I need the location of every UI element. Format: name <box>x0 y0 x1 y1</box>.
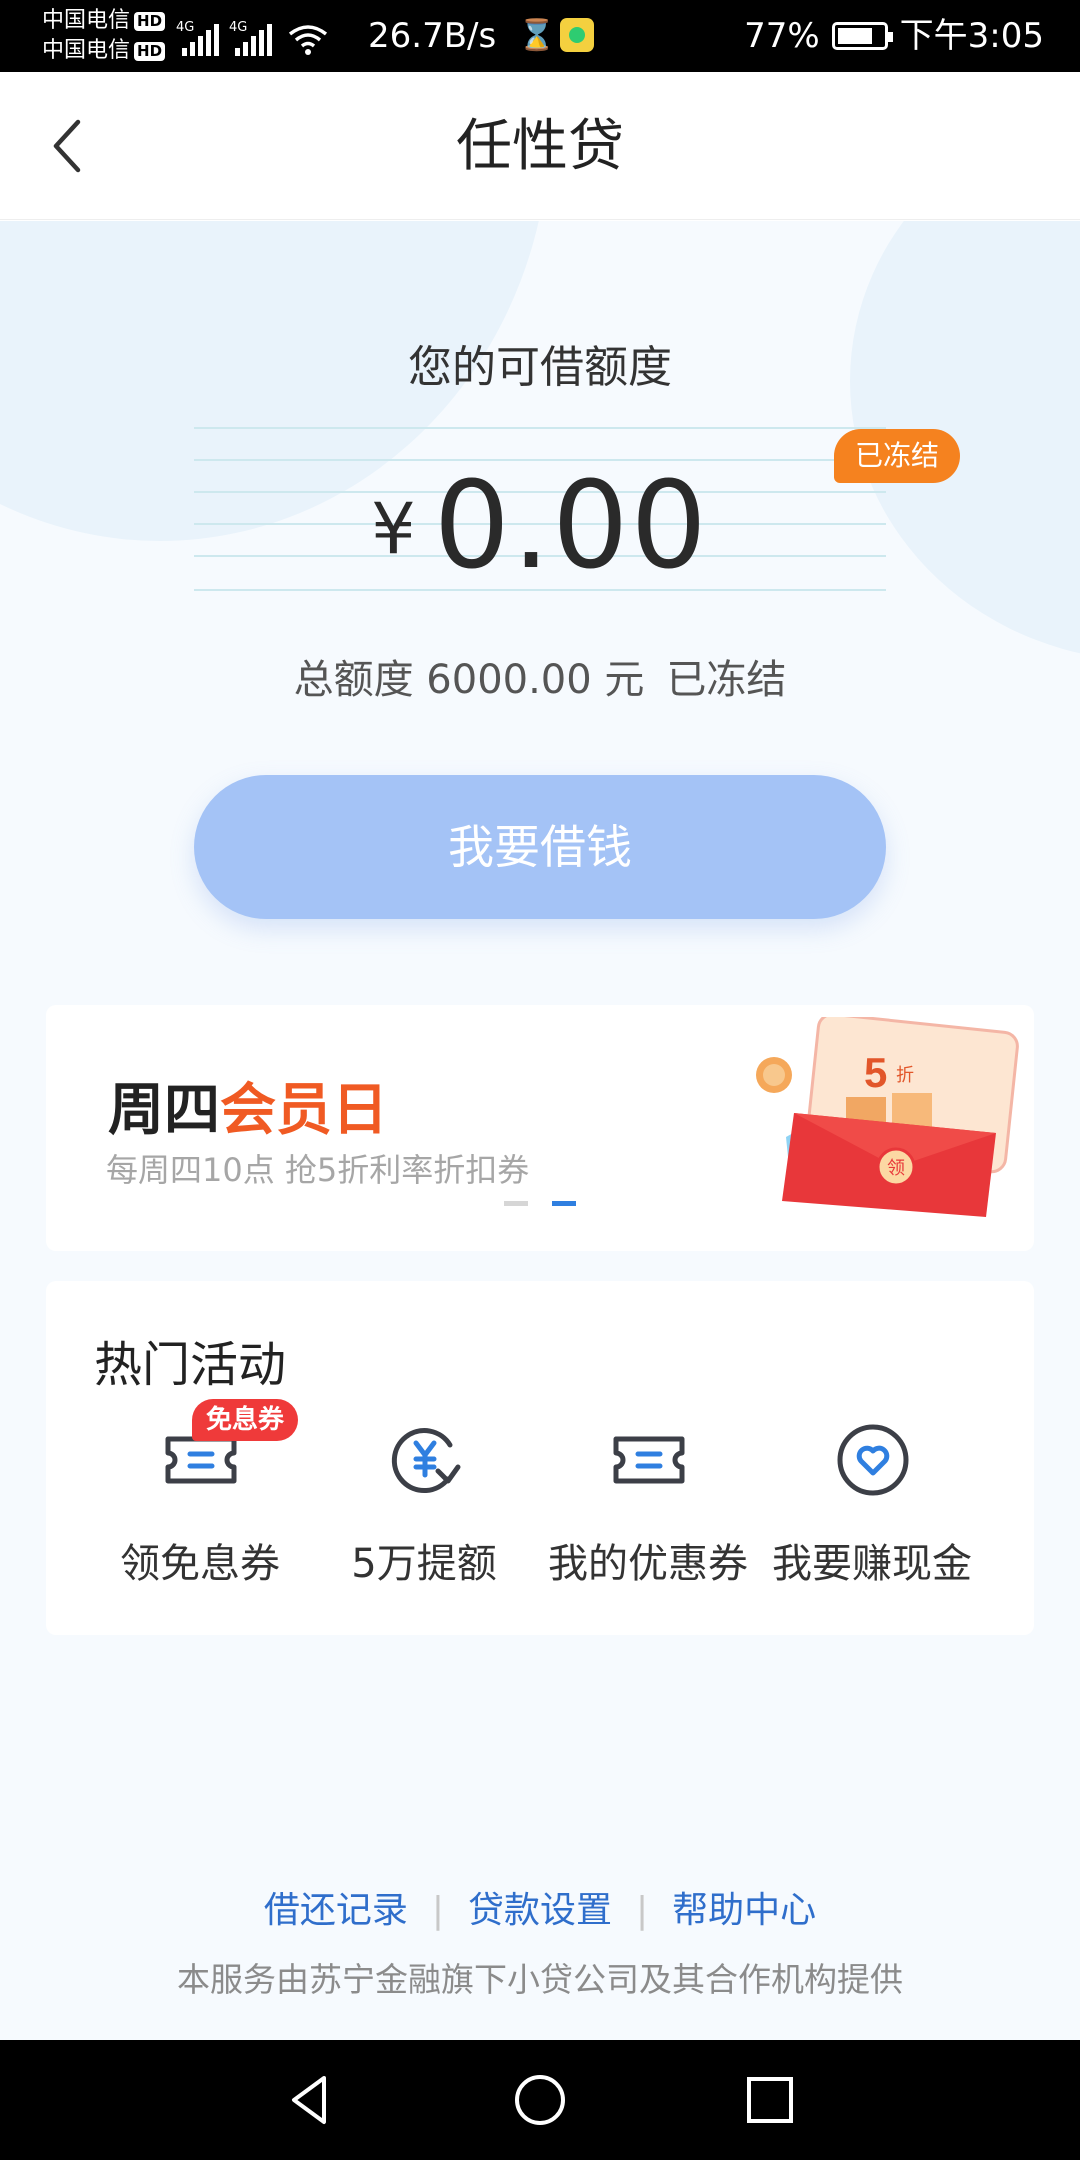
banner-title: 周四会员日 <box>108 1078 388 1143</box>
credit-limit-title: 您的可借额度 <box>408 342 672 393</box>
hot-activities-title: 热门活动 <box>94 1337 287 1393</box>
hot-activities-card: 热门活动 免息券 领免息券 5万提额 我的优惠券 我要赚现金 <box>46 1281 1034 1635</box>
clock: 下午3:05 <box>899 16 1044 56</box>
hd-icon: HD <box>134 11 166 31</box>
activity-label: 我要赚现金 <box>772 1541 972 1587</box>
heart-circle-icon <box>837 1424 909 1496</box>
network-speed: 26.7B/s <box>368 16 497 56</box>
activity-free-interest-coupon[interactable]: 免息券 领免息券 <box>88 1399 312 1591</box>
yuan-up-icon <box>391 1428 461 1494</box>
promo-banner[interactable]: 周四会员日 每周四10点 抢5折利率折扣券 5 折 领 <box>46 1005 1034 1251</box>
carousel-dot-active <box>552 1201 576 1206</box>
svg-text:5: 5 <box>864 1049 887 1096</box>
svg-text:折: 折 <box>896 1065 914 1086</box>
signal-icons: 4G 4G <box>176 16 328 56</box>
carousel-dot <box>504 1201 528 1206</box>
status-bar: 中国电信 HD 中国电信 HD 4G 4G 26.7B/s ⌛ 77% 下午3:05 <box>0 0 1080 72</box>
hd-icon: HD <box>134 41 166 61</box>
activity-limit-increase[interactable]: 5万提额 <box>312 1421 536 1591</box>
recents-square-icon[interactable] <box>740 2070 800 2130</box>
borrow-button[interactable]: 我要借钱 <box>194 775 886 919</box>
top-nav-bar: 任性贷 <box>0 72 1080 220</box>
signal-strength-icon: 4G <box>176 20 219 56</box>
hourglass-icon: ⌛ <box>518 18 556 53</box>
wifi-icon <box>288 25 328 55</box>
svg-text:领: 领 <box>887 1158 905 1179</box>
app-notification-icon <box>560 18 594 52</box>
currency-symbol: ¥ <box>371 488 416 570</box>
total-credit-line: 总额度 6000.00 元已冻结 <box>0 647 1080 705</box>
main-content: 您的可借额度 ¥0.00 已冻结 总额度 6000.00 元已冻结 我要借钱 周… <box>0 221 1080 2041</box>
carousel-indicator <box>504 1201 576 1206</box>
carrier-2: 中国电信 <box>42 38 131 63</box>
system-navigation-bar <box>0 2040 1080 2160</box>
signal-strength-icon: 4G <box>229 20 272 56</box>
carrier-info: 中国电信 HD 中国电信 HD <box>42 6 166 66</box>
link-help-center[interactable]: 帮助中心 <box>672 1890 816 1931</box>
activity-earn-cash[interactable]: 我要赚现金 <box>760 1421 984 1591</box>
banner-subtitle: 每周四10点 抢5折利率折扣券 <box>106 1151 530 1189</box>
page-title: 任性贷 <box>456 114 624 179</box>
frozen-badge: 已冻结 <box>834 429 960 483</box>
battery-percent: 77% <box>744 16 820 56</box>
total-credit-label: 总额度 6000.00 元 <box>293 657 645 703</box>
link-loan-settings[interactable]: 贷款设置 <box>468 1890 612 1931</box>
coupon-icon <box>613 1436 685 1484</box>
total-credit-status: 已冻结 <box>666 657 787 703</box>
activity-my-coupons[interactable]: 我的优惠券 <box>536 1421 760 1591</box>
battery-icon <box>831 22 893 50</box>
service-disclaimer: 本服务由苏宁金融旗下小贷公司及其合作机构提供 <box>177 1960 903 1999</box>
footer-links: 借还记录 | 贷款设置 | 帮助中心 <box>263 1890 817 1931</box>
red-envelope-icon: 5 折 领 <box>756 1017 1019 1217</box>
carrier-1: 中国电信 <box>42 8 131 33</box>
home-circle-icon[interactable] <box>510 2070 570 2130</box>
amount-value: 0.00 <box>433 457 709 596</box>
back-triangle-icon[interactable] <box>280 2070 340 2130</box>
free-interest-tag: 免息券 <box>192 1399 299 1441</box>
link-repayment-records[interactable]: 借还记录 <box>264 1890 408 1931</box>
